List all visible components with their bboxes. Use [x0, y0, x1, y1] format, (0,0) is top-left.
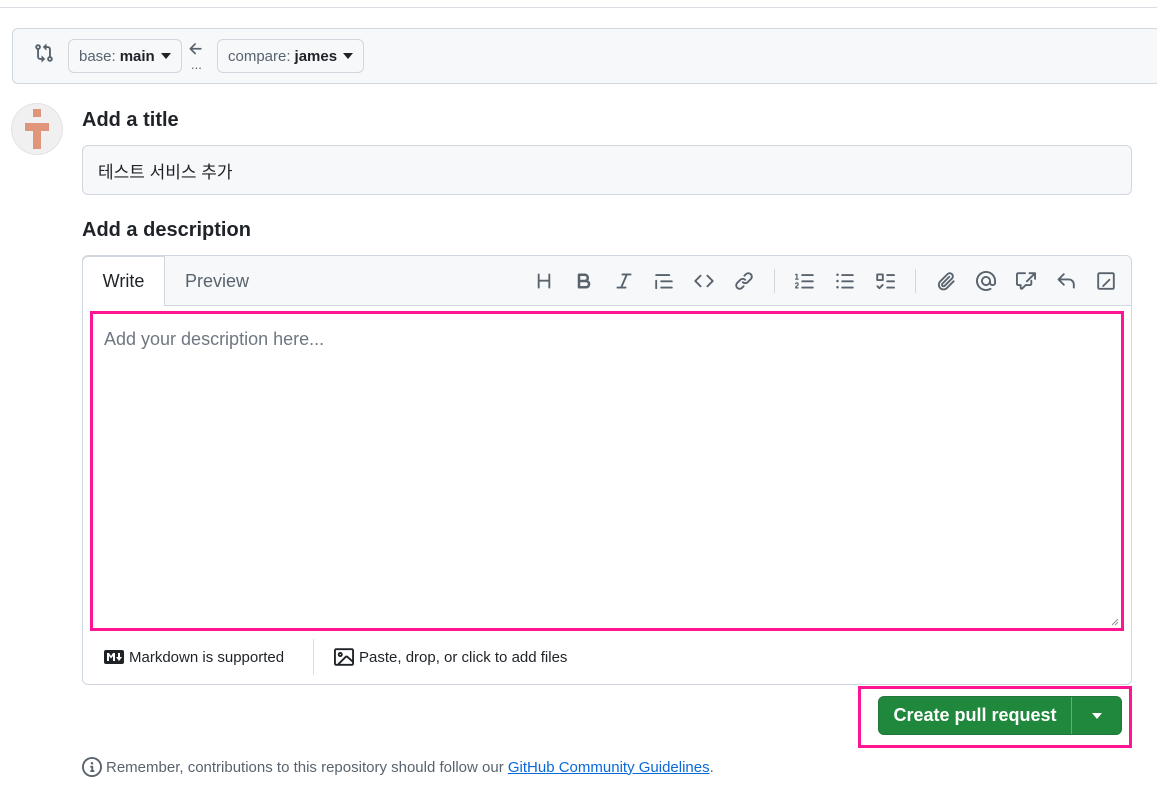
- toolbar-divider: [774, 269, 775, 293]
- numbered-list-icon[interactable]: [794, 270, 816, 292]
- markdown-note: Markdown is supported: [129, 648, 285, 666]
- quote-icon[interactable]: [653, 270, 675, 292]
- note-prefix: Remember, contributions to this reposito…: [106, 758, 504, 776]
- top-divider: [0, 7, 1157, 8]
- info-icon: [82, 757, 102, 777]
- files-note: Paste, drop, or click to add files: [359, 648, 568, 666]
- caret-down-icon: [343, 53, 354, 59]
- tab-write[interactable]: Write: [82, 256, 165, 306]
- button-divider: [1071, 697, 1072, 734]
- description-label: Add a description: [82, 219, 251, 241]
- caret-down-icon: [160, 53, 171, 59]
- footer-divider: [313, 639, 314, 675]
- submit-options-caret-icon[interactable]: [1092, 713, 1102, 719]
- reference-icon[interactable]: [1015, 270, 1037, 292]
- task-list-icon[interactable]: [874, 270, 896, 292]
- base-branch-select[interactable]: base: main: [68, 39, 182, 73]
- image-icon: [334, 647, 354, 667]
- bold-icon[interactable]: [573, 270, 595, 292]
- base-prefix: base:: [79, 47, 116, 65]
- git-compare-icon: [34, 43, 54, 63]
- resize-handle-icon[interactable]: [1111, 618, 1119, 626]
- tab-preview[interactable]: Preview: [165, 256, 269, 306]
- community-guidelines-link[interactable]: GitHub Community Guidelines: [508, 759, 710, 776]
- reply-icon[interactable]: [1055, 270, 1077, 292]
- avatar[interactable]: [11, 103, 63, 155]
- title-label: Add a title: [82, 109, 179, 131]
- description-editor: Write Preview Add your description here.…: [82, 255, 1132, 685]
- arrow-left-icon: [187, 40, 205, 58]
- description-placeholder: Add your description here...: [104, 329, 325, 349]
- identicon-icon: [25, 109, 49, 149]
- title-input[interactable]: 테스트 서비스 추가: [82, 145, 1132, 195]
- editor-footer: Markdown is supported Paste, drop, or cl…: [83, 639, 1131, 675]
- branch-range-bar: base: main ... compare: james: [12, 28, 1157, 84]
- unordered-list-icon[interactable]: [834, 270, 856, 292]
- heading-icon[interactable]: [533, 270, 555, 292]
- note-suffix: .: [709, 758, 714, 776]
- range-dots: ...: [191, 57, 202, 72]
- base-branch-name: main: [119, 47, 155, 65]
- attach-icon[interactable]: [935, 270, 957, 292]
- slash-commands-icon[interactable]: [1095, 270, 1117, 292]
- description-textarea[interactable]: Add your description here...: [90, 311, 1124, 631]
- create-pull-request-button[interactable]: Create pull request: [879, 697, 1071, 734]
- compare-prefix: compare:: [228, 47, 291, 65]
- toolbar-divider: [915, 269, 916, 293]
- mention-icon[interactable]: [975, 270, 997, 292]
- italic-icon[interactable]: [613, 270, 635, 292]
- contribution-note: Remember, contributions to this reposito…: [82, 756, 714, 778]
- markdown-icon: [104, 650, 124, 664]
- link-icon[interactable]: [733, 270, 755, 292]
- create-pull-request-group: Create pull request: [878, 696, 1122, 735]
- add-files-button[interactable]: Paste, drop, or click to add files: [334, 639, 567, 675]
- compare-branch-name: james: [294, 47, 338, 65]
- compare-branch-select[interactable]: compare: james: [217, 39, 365, 73]
- code-icon[interactable]: [693, 270, 715, 292]
- markdown-help-link[interactable]: Markdown is supported: [104, 639, 284, 675]
